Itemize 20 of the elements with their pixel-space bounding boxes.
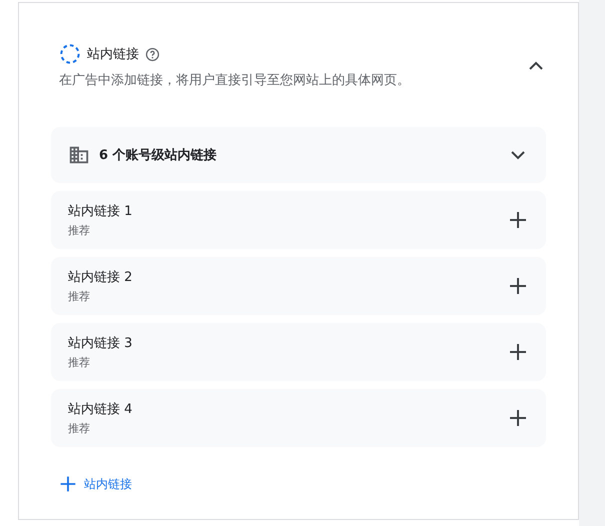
sitelink-row[interactable]: 站内链接 1 推荐 xyxy=(51,191,546,249)
sitelink-title: 站内链接 1 xyxy=(68,203,132,220)
sitelink-title: 站内链接 3 xyxy=(68,335,132,352)
sitelink-subtitle: 推荐 xyxy=(68,355,91,370)
sitelink-row[interactable]: 站内链接 2 推荐 xyxy=(51,257,546,315)
sitelink-row[interactable]: 站内链接 4 推荐 xyxy=(51,389,546,447)
account-links-row[interactable]: 6 个账号级站内链接 xyxy=(51,127,546,183)
add-sitelink-button[interactable]: 站内链接 xyxy=(51,469,136,499)
section-title: 站内链接 xyxy=(87,46,139,63)
sitelink-subtitle: 推荐 xyxy=(68,223,91,238)
sitelink-title: 站内链接 2 xyxy=(68,269,132,286)
sitelink-subtitle: 推荐 xyxy=(68,421,91,436)
help-icon[interactable] xyxy=(145,46,160,62)
building-icon xyxy=(68,144,90,166)
sitelink-row[interactable]: 站内链接 3 推荐 xyxy=(51,323,546,381)
dashed-circle-icon xyxy=(59,43,81,65)
account-links-label: 6 个账号级站内链接 xyxy=(99,146,217,164)
sitelink-title: 站内链接 4 xyxy=(68,401,132,418)
sitelink-subtitle: 推荐 xyxy=(68,289,91,304)
section-description: 在广告中添加链接，将用户直接引导至您网站上的具体网页。 xyxy=(59,72,410,89)
